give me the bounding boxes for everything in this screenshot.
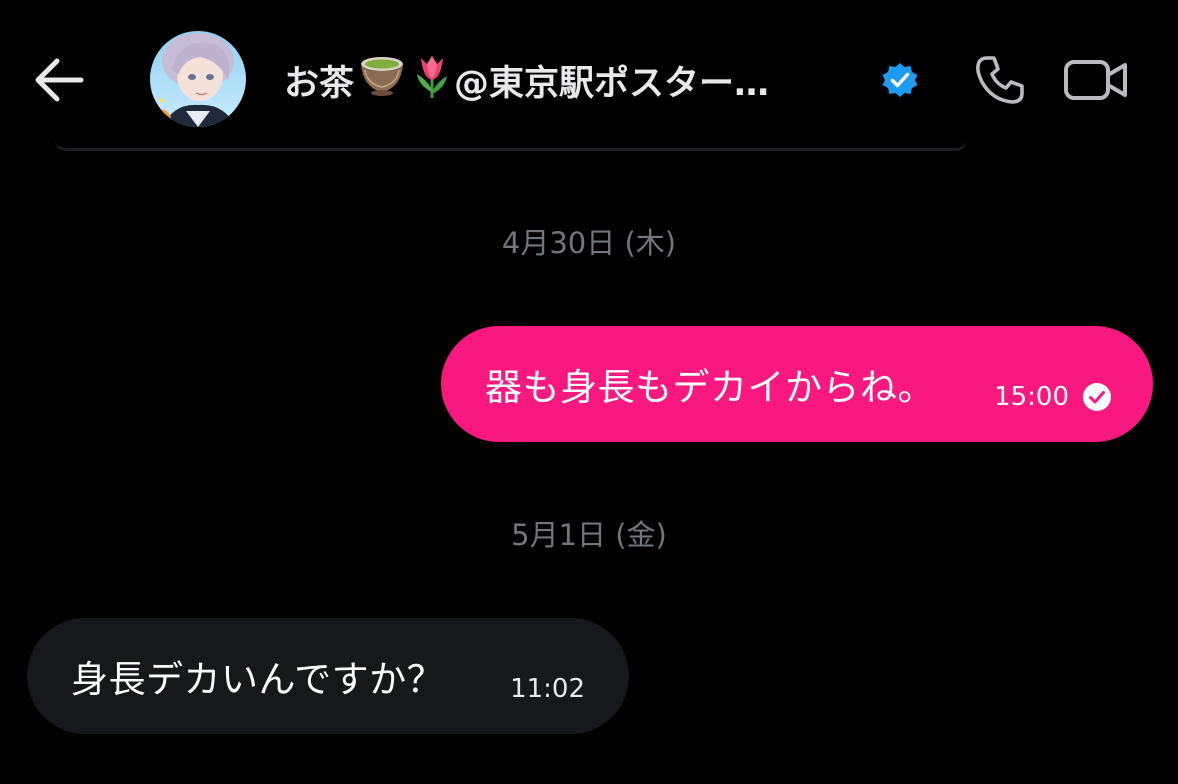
date-separator: 4月30日 (木) (501, 226, 677, 260)
arrow-left-icon (35, 58, 84, 102)
tulip-emoji-icon (413, 52, 451, 109)
contact-avatar[interactable] (150, 31, 246, 127)
video-camera-icon (1064, 60, 1127, 100)
voice-call-button[interactable] (968, 48, 1032, 112)
header-divider (55, 140, 967, 151)
contact-name-prefix: お茶 (284, 63, 355, 104)
message-text: 器も身長もデカイからね。 (485, 366, 935, 409)
date-separator: 5月1日 (金) (511, 518, 667, 552)
teacup-emoji-icon (357, 54, 407, 107)
verified-badge-icon (881, 61, 919, 99)
contact-name: お茶 @東京駅ポスター… (284, 52, 769, 109)
contact-name-suffix: @東京駅ポスター… (454, 63, 770, 104)
message-meta: 15:00 (994, 355, 1113, 413)
message-meta: 11:02 (510, 648, 585, 704)
conversation-header: お茶 @東京駅ポスター… (0, 0, 1178, 151)
message-time: 15:00 (994, 382, 1069, 412)
message-time: 11:02 (510, 674, 585, 704)
avatar-image (150, 31, 246, 127)
phone-icon (976, 56, 1024, 104)
message-text: 身長デカいんですか？ (71, 658, 445, 701)
read-check-icon (1083, 383, 1111, 411)
video-call-button[interactable] (1058, 48, 1134, 112)
received-message-bubble[interactable]: 身長デカいんですか？ 11:02 (27, 618, 629, 734)
contact-name-link[interactable]: お茶 @東京駅ポスター… (284, 52, 844, 108)
back-button[interactable] (28, 50, 90, 110)
sent-message-bubble[interactable]: 器も身長もデカイからね。 15:00 (441, 326, 1153, 442)
